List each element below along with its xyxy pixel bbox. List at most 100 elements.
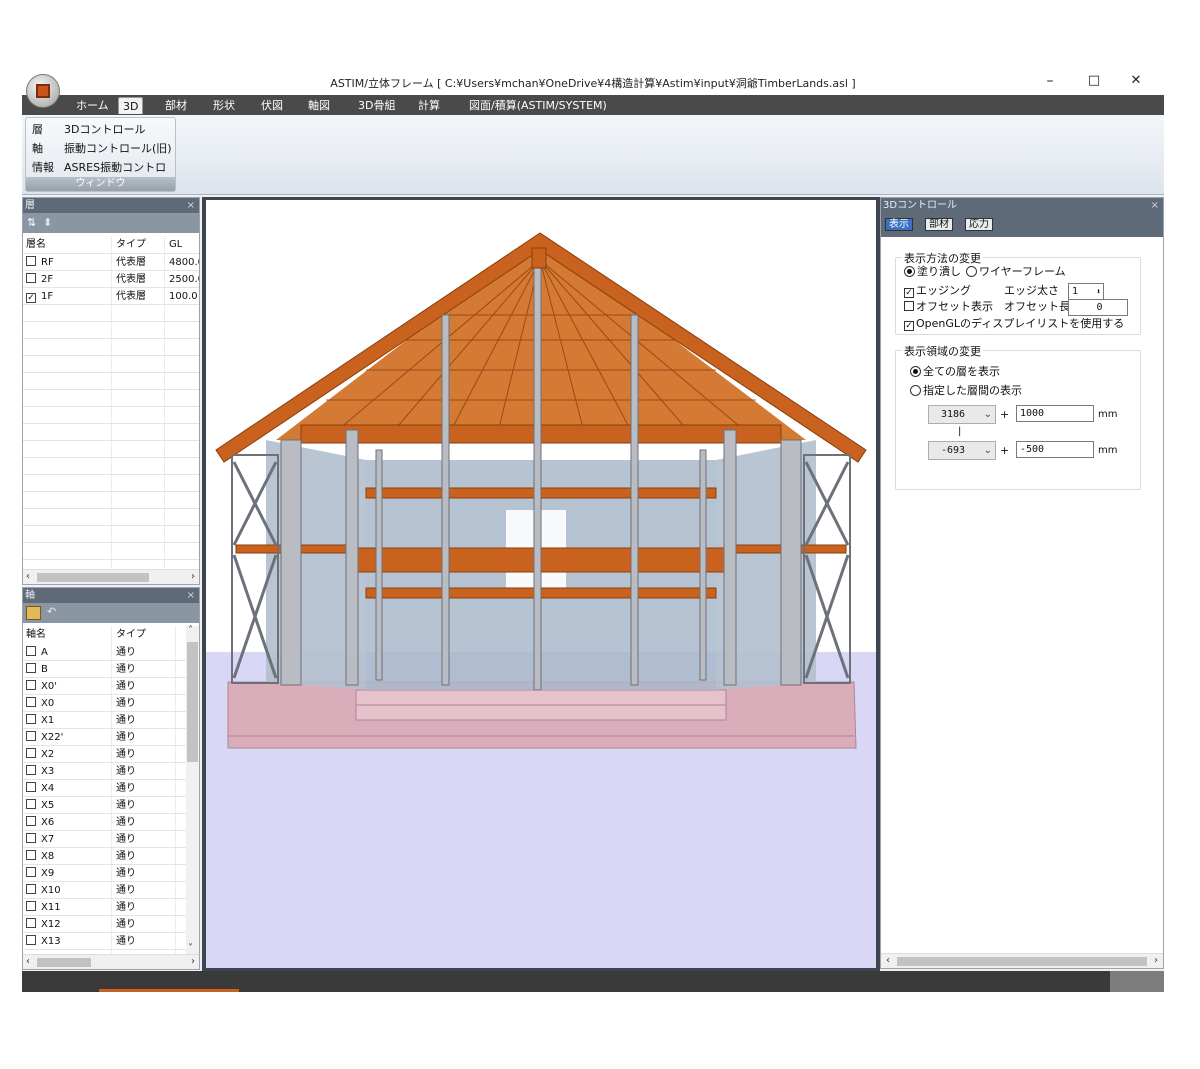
axis-checkbox[interactable] — [26, 748, 36, 758]
axis-row[interactable]: X0' — [26, 678, 57, 695]
menu-plan[interactable]: 伏図 — [257, 97, 287, 114]
ribbon-info-key[interactable]: 情報 — [32, 159, 64, 176]
menu-drawings[interactable]: 図面/積算(ASTIM/SYSTEM) — [465, 97, 611, 114]
opengl-checkbox[interactable]: ✓ OpenGLのディスプレイリストを使用する — [904, 317, 1124, 331]
updown-icon[interactable]: ⬍ — [43, 216, 52, 229]
axis-checkbox[interactable] — [26, 714, 36, 724]
axis-checkbox[interactable] — [26, 867, 36, 877]
axis-checkbox[interactable] — [26, 935, 36, 945]
status-resize-grip[interactable] — [1110, 971, 1164, 992]
axis-checkbox[interactable] — [26, 884, 36, 894]
axis-row[interactable]: X22' — [26, 729, 63, 746]
3d-viewport[interactable] — [202, 197, 880, 971]
axis-checkbox[interactable] — [26, 782, 36, 792]
axis-grid-icon[interactable] — [26, 606, 41, 620]
layer-row-2f[interactable]: 2F — [26, 271, 53, 288]
layer-row-rf[interactable]: RF — [26, 254, 54, 271]
sort-icon[interactable]: ⇅ — [27, 216, 36, 229]
upper-offset-input[interactable]: 1000 — [1016, 405, 1094, 422]
axis-row[interactable]: X8 — [26, 848, 54, 865]
axis-checkbox[interactable] — [26, 663, 36, 673]
scroll-left-icon[interactable]: ‹ — [26, 571, 30, 582]
fill-radio[interactable]: 塗り潰し — [904, 265, 961, 279]
layer-1f-checkbox[interactable]: ✓ — [26, 293, 36, 303]
axis-row[interactable]: X4 — [26, 780, 54, 797]
axis-row[interactable]: X7 — [26, 831, 54, 848]
layer-hscrollbar[interactable]: ‹ › — [23, 569, 199, 584]
axis-checkbox[interactable] — [26, 697, 36, 707]
chevron-down-icon[interactable]: ⌄ — [984, 442, 992, 459]
all-layers-radio[interactable]: 全ての層を表示 — [910, 365, 1000, 379]
axis-col-name[interactable]: 軸名 — [26, 626, 46, 643]
axis-vscrollbar[interactable]: ˄ ˅ — [186, 625, 199, 954]
upper-layer-combo[interactable]: 3186 ⌄ — [928, 405, 996, 424]
offset-length-input[interactable]: 0 — [1068, 299, 1128, 316]
layer-col-name[interactable]: 層名 — [26, 236, 46, 253]
axis-row[interactable]: X6 — [26, 814, 54, 831]
axis-hscrollbar[interactable]: ‹ › — [23, 954, 199, 969]
axis-checkbox[interactable] — [26, 918, 36, 928]
axis-row[interactable]: B — [26, 661, 48, 678]
axis-checkbox[interactable] — [26, 833, 36, 843]
axis-checkbox[interactable] — [26, 850, 36, 860]
axis-checkbox[interactable] — [26, 816, 36, 826]
control-hscrollbar[interactable]: ‹ › — [881, 953, 1163, 968]
axis-row[interactable]: X12 — [26, 916, 61, 933]
axis-col-type[interactable]: タイプ — [116, 626, 146, 643]
lower-layer-combo[interactable]: -693 ⌄ — [928, 441, 996, 460]
axis-row[interactable]: X10 — [26, 882, 61, 899]
axis-row[interactable]: X9 — [26, 865, 54, 882]
tab-members[interactable]: 部材 — [925, 218, 953, 231]
scroll-right-icon[interactable]: › — [191, 956, 195, 967]
edge-width-spinner[interactable]: 1 ⬍ — [1068, 283, 1104, 300]
layer-col-type[interactable]: タイプ — [116, 236, 146, 253]
axis-row[interactable]: X13 — [26, 933, 61, 950]
undo-icon[interactable]: ↶ — [47, 605, 56, 618]
menu-3d-frame[interactable]: 3D骨組 — [354, 97, 399, 114]
menu-shape[interactable]: 形状 — [209, 97, 239, 114]
ribbon-3d-control[interactable]: 層 3Dコントロール — [32, 121, 145, 138]
axis-row[interactable]: X5 — [26, 797, 54, 814]
maximize-button[interactable]: □ — [1074, 70, 1114, 92]
axis-row[interactable]: X11 — [26, 899, 61, 916]
scroll-right-icon[interactable]: › — [191, 571, 195, 582]
ribbon-asres-control[interactable]: 情報ASRES振動コントロール — [32, 159, 175, 191]
axis-checkbox[interactable] — [26, 646, 36, 656]
ribbon-axis-key[interactable]: 軸 — [32, 140, 64, 157]
axis-row[interactable]: X2 — [26, 746, 54, 763]
close-button[interactable]: ✕ — [1116, 70, 1156, 92]
axis-checkbox[interactable] — [26, 799, 36, 809]
layer-panel-close-icon[interactable]: × — [187, 198, 195, 213]
minimize-button[interactable]: – — [1030, 70, 1070, 92]
menu-axis-drawing[interactable]: 軸図 — [304, 97, 334, 114]
axis-checkbox[interactable] — [26, 765, 36, 775]
scroll-down-icon[interactable]: ˅ — [188, 943, 193, 954]
scroll-left-icon[interactable]: ‹ — [26, 956, 30, 967]
scroll-left-icon[interactable]: ‹ — [886, 955, 890, 966]
layer-2f-checkbox[interactable] — [26, 273, 36, 283]
axis-checkbox[interactable] — [26, 731, 36, 741]
edging-checkbox[interactable]: ✓ エッジング — [904, 284, 971, 298]
layer-col-gl[interactable]: GL — [169, 236, 182, 253]
spinner-icon[interactable]: ⬍ — [1096, 284, 1101, 299]
3d-view-canvas[interactable] — [206, 200, 876, 968]
scroll-up-icon[interactable]: ˄ — [188, 625, 193, 636]
scroll-right-icon[interactable]: › — [1154, 955, 1158, 966]
lower-offset-input[interactable]: -500 — [1016, 441, 1094, 458]
layer-row-1f[interactable]: ✓ 1F — [26, 288, 53, 305]
layer-rf-checkbox[interactable] — [26, 256, 36, 266]
menu-members[interactable]: 部材 — [161, 97, 191, 114]
axis-row[interactable]: X0 — [26, 695, 54, 712]
wireframe-radio[interactable]: ワイヤーフレーム — [966, 265, 1066, 279]
menu-home[interactable]: ホーム — [72, 97, 113, 114]
tab-display[interactable]: 表示 — [885, 218, 913, 231]
axis-row[interactable]: X1 — [26, 712, 54, 729]
axis-row[interactable]: X3 — [26, 763, 54, 780]
menu-calculation[interactable]: 計算 — [414, 97, 444, 114]
tab-stress[interactable]: 応力 — [965, 218, 993, 231]
menu-3d[interactable]: 3D — [118, 97, 144, 114]
between-layers-radio[interactable]: 指定した層間の表示 — [910, 384, 1022, 398]
axis-checkbox[interactable] — [26, 680, 36, 690]
offset-display-checkbox[interactable]: オフセット表示 — [904, 300, 993, 314]
axis-checkbox[interactable] — [26, 901, 36, 911]
